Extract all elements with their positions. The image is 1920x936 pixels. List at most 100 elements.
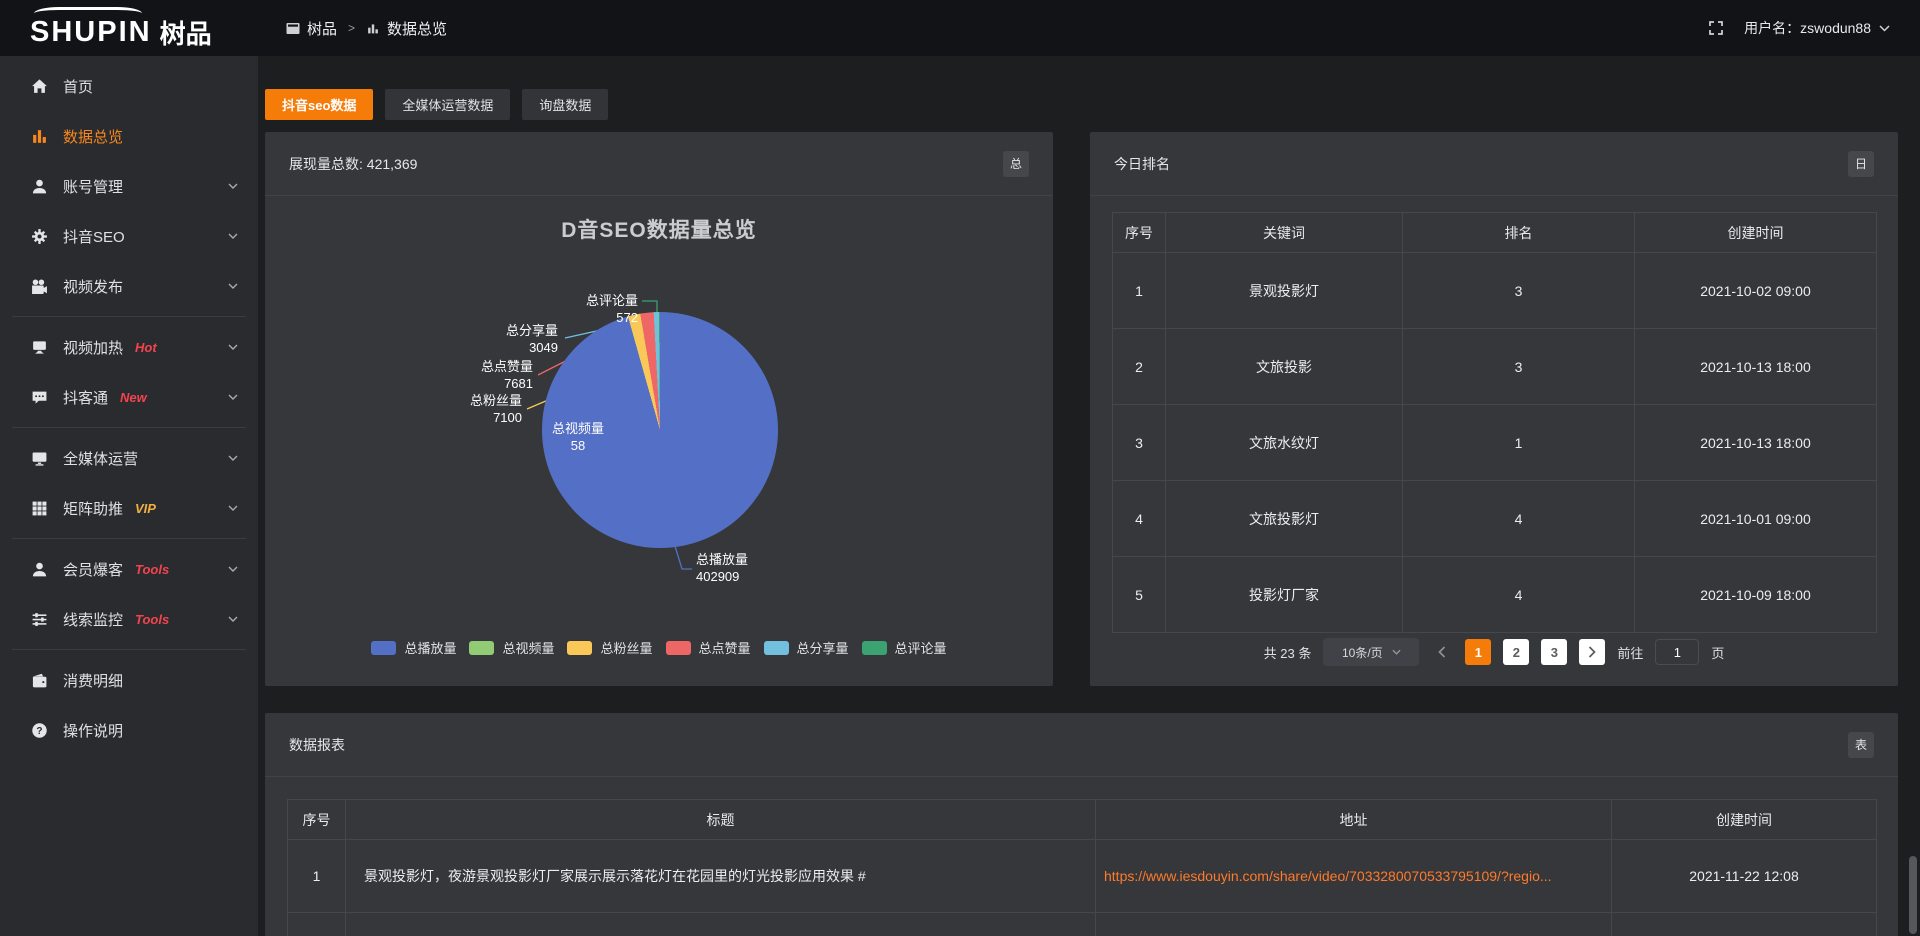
table-row: 1景观投影灯32021-10-02 09:00 xyxy=(1113,253,1877,329)
sidebar-item-label: 数据总览 xyxy=(63,126,123,147)
bar-chart-icon xyxy=(366,22,380,35)
breadcrumb-root-label: 树品 xyxy=(307,18,337,39)
sidebar-item-member-baoke[interactable]: 会员爆客 Tools xyxy=(0,544,258,594)
page-button-1[interactable]: 1 xyxy=(1465,639,1491,665)
legend-item-plays[interactable]: 总播放量 xyxy=(371,638,456,657)
legend-swatch xyxy=(469,641,494,655)
screen-icon xyxy=(30,338,48,356)
legend-swatch xyxy=(862,641,887,655)
sidebar-item-label: 矩阵助推 xyxy=(63,498,123,519)
user-icon xyxy=(30,177,48,195)
breadcrumb-separator: > xyxy=(346,21,357,35)
sidebar-item-label: 线索监控 xyxy=(63,609,123,630)
sidebar-item-doukertong[interactable]: 抖客通 New xyxy=(0,372,258,422)
gear-icon xyxy=(30,227,48,245)
data-tabs: 抖音seo数据 全媒体运营数据 询盘数据 xyxy=(265,89,608,120)
overview-panel-title: 展现量总数: 421,369 xyxy=(289,154,417,174)
sidebar-item-label: 操作说明 xyxy=(63,720,123,741)
sidebar-divider xyxy=(12,316,246,317)
day-toggle-button[interactable]: 日 xyxy=(1848,151,1874,177)
sidebar-item-label: 视频加热 xyxy=(63,337,123,358)
breadcrumb-current-label: 数据总览 xyxy=(387,18,447,39)
svg-text:?: ? xyxy=(36,725,42,736)
header-right: 用户名：zswodun88 xyxy=(1708,18,1920,38)
chevron-down-icon xyxy=(1879,25,1890,32)
pie-chart-title: D音SEO数据量总览 xyxy=(265,214,1053,244)
legend-swatch xyxy=(371,641,396,655)
sidebar-item-video-heat[interactable]: 视频加热 Hot xyxy=(0,322,258,372)
sidebar-item-media-operation[interactable]: 全媒体运营 xyxy=(0,433,258,483)
sidebar-item-home[interactable]: 首页 xyxy=(0,61,258,111)
goto-page-input[interactable] xyxy=(1655,639,1699,665)
table-row: 4文旅投影灯42021-10-01 09:00 xyxy=(1113,481,1877,557)
total-toggle-button[interactable]: 总 xyxy=(1003,151,1029,177)
tab-douyin-seo-data[interactable]: 抖音seo数据 xyxy=(265,89,373,120)
sidebar-item-matrix-boost[interactable]: 矩阵助推 VIP xyxy=(0,483,258,533)
goto-label: 前往 xyxy=(1617,643,1643,662)
username-label: 用户名：zswodun88 xyxy=(1744,18,1871,38)
video-camera-icon xyxy=(30,277,48,295)
legend-swatch xyxy=(666,641,691,655)
legend-item-videos[interactable]: 总视频量 xyxy=(469,638,554,657)
tab-media-operation-data[interactable]: 全媒体运营数据 xyxy=(385,89,510,120)
sidebar-item-label: 抖音SEO xyxy=(63,226,125,247)
question-circle-icon: ? xyxy=(30,721,48,739)
report-url-link[interactable]: https://www.iesdouyin.com/share/video/70… xyxy=(1096,840,1612,913)
ranking-panel-title: 今日排名 xyxy=(1114,154,1170,174)
sidebar-item-consume-detail[interactable]: 消费明细 xyxy=(0,655,258,705)
legend-item-shares[interactable]: 总分享量 xyxy=(764,638,849,657)
page-size-select[interactable]: 10条/页 xyxy=(1323,638,1419,666)
chevron-down-icon xyxy=(228,233,238,239)
sidebar-item-label: 账号管理 xyxy=(63,176,123,197)
page-button-3[interactable]: 3 xyxy=(1541,639,1567,665)
sidebar-item-label: 视频发布 xyxy=(63,276,123,297)
sidebar-divider xyxy=(12,427,246,428)
page-button-2[interactable]: 2 xyxy=(1503,639,1529,665)
legend-item-likes[interactable]: 总点赞量 xyxy=(666,638,751,657)
legend-item-comments[interactable]: 总评论量 xyxy=(862,638,947,657)
sidebar-item-operation-guide[interactable]: ? 操作说明 xyxy=(0,705,258,755)
pagination-total: 共 23 条 xyxy=(1264,643,1312,662)
breadcrumb-root[interactable]: 树品 xyxy=(286,18,337,39)
fullscreen-button[interactable] xyxy=(1708,20,1724,36)
sidebar-item-data-overview[interactable]: 数据总览 xyxy=(0,111,258,161)
sidebar-item-account[interactable]: 账号管理 xyxy=(0,161,258,211)
overview-panel: 展现量总数: 421,369 总 D音SEO数据量总览 总评论量572 总分享量… xyxy=(265,132,1053,686)
table-toggle-button[interactable]: 表 xyxy=(1848,732,1874,758)
bar-chart-icon xyxy=(30,127,48,145)
pagination: 共 23 条 10条/页 1 2 3 前往 页 xyxy=(1090,638,1898,666)
table-row: 1 景观投影灯，夜游景观投影灯厂家展示展示落花灯在花园里的灯光投影应用效果 # … xyxy=(288,840,1877,913)
prev-page-button[interactable] xyxy=(1431,639,1453,665)
ranking-panel: 今日排名 日 序号 关键词 排名 创建时间 1景观投影灯32021-10-02 … xyxy=(1090,132,1898,686)
pie-label-plays: 总播放量402909 xyxy=(696,551,748,585)
chevron-down-icon xyxy=(228,616,238,622)
ranking-table: 序号 关键词 排名 创建时间 1景观投影灯32021-10-02 09:00 2… xyxy=(1112,212,1877,633)
report-panel-title: 数据报表 xyxy=(289,735,345,755)
chat-bubble-icon xyxy=(30,388,48,406)
app-window-icon xyxy=(286,22,300,35)
logo-text-en: SHUPIN xyxy=(30,9,152,47)
pie-label-likes: 总点赞量7681 xyxy=(481,358,533,392)
pie-label-fans: 总粉丝量7100 xyxy=(470,392,522,426)
main-content: 抖音seo数据 全媒体运营数据 询盘数据 展现量总数: 421,369 总 D音… xyxy=(258,56,1920,936)
user-menu[interactable]: 用户名：zswodun88 xyxy=(1744,18,1890,38)
sidebar-item-douyin-seo[interactable]: 抖音SEO xyxy=(0,211,258,261)
sidebar-item-label: 会员爆客 xyxy=(63,559,123,580)
next-page-button[interactable] xyxy=(1579,639,1605,665)
tab-inquiry-data[interactable]: 询盘数据 xyxy=(522,89,608,120)
sidebar-item-video-publish[interactable]: 视频发布 xyxy=(0,261,258,311)
chevron-down-icon xyxy=(228,394,238,400)
legend-item-fans[interactable]: 总粉丝量 xyxy=(567,638,652,657)
breadcrumb-current[interactable]: 数据总览 xyxy=(366,18,447,39)
column-header: 序号 xyxy=(288,800,346,840)
person-icon xyxy=(30,560,48,578)
monitor-icon xyxy=(30,449,48,467)
chevron-down-icon xyxy=(228,455,238,461)
sidebar-item-clue-monitor[interactable]: 线索监控 Tools xyxy=(0,594,258,644)
vertical-scrollbar[interactable] xyxy=(1909,856,1917,934)
legend-swatch xyxy=(567,641,592,655)
new-badge: New xyxy=(120,390,147,405)
top-header: SHUPIN 树品 树品 > 数据总览 用户名：zswodun88 xyxy=(0,0,1920,56)
logo-text-cn: 树品 xyxy=(160,21,212,47)
table-header-row: 序号 标题 地址 创建时间 xyxy=(288,800,1877,840)
